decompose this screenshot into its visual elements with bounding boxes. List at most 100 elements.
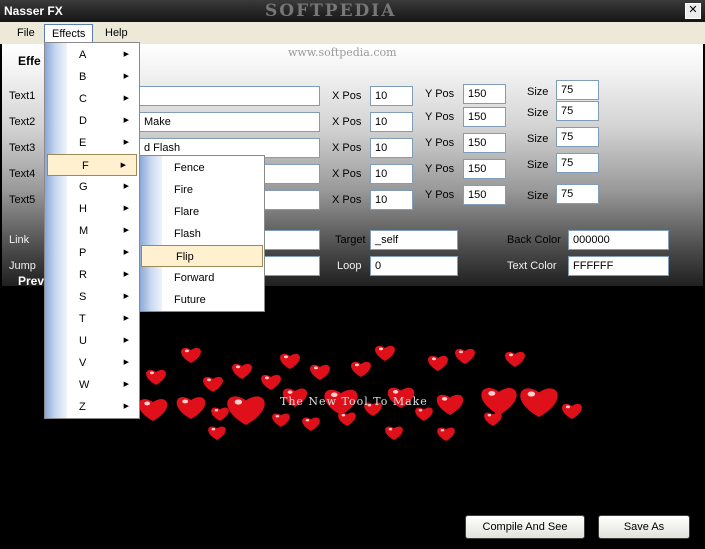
heart-highlight [440,429,445,432]
menu-file[interactable]: File [10,24,42,42]
heart-icon [261,374,281,390]
close-button[interactable]: ✕ [685,3,701,19]
target-field[interactable]: _self [370,230,458,250]
xpos-label: X Pos [332,194,362,206]
size-field[interactable]: 75 [556,101,599,121]
effects-menu-item-label: S [79,291,87,303]
text-row-field[interactable] [139,86,320,106]
effects-menu-item-c[interactable]: C ▶ [45,88,139,110]
heart-icon [310,364,330,380]
ypos-label: Y Pos [425,137,455,149]
effects-menu-item-h[interactable]: H ▶ [45,198,139,220]
chevron-right-icon: ▶ [123,359,129,366]
size-field[interactable]: 75 [556,184,599,204]
submenu-item-fence[interactable]: Fence [140,157,264,179]
chevron-right-icon: ▶ [123,73,129,80]
effects-menu-item-label: E [79,137,87,149]
xpos-field[interactable]: 10 [370,138,413,158]
heart-highlight [283,355,288,359]
chevron-right-icon: ▶ [123,337,129,344]
save-as-button[interactable]: Save As [598,515,690,539]
effects-menu-item-d[interactable]: D ▶ [45,110,139,132]
jump-field[interactable] [262,256,320,276]
effects-menu-item-t[interactable]: T ▶ [45,308,139,330]
heart-highlight [508,353,513,357]
heart-highlight [264,376,269,380]
size-field[interactable]: 75 [556,153,599,173]
ypos-label: Y Pos [425,163,455,175]
submenu-item-label: Fence [174,162,205,174]
ypos-field[interactable]: 150 [463,185,506,205]
effects-menu-item-p[interactable]: P ▶ [45,242,139,264]
effects-menu-item-f[interactable]: F ▶ [47,154,137,176]
menu-effects[interactable]: Effects [44,24,94,42]
ypos-field[interactable]: 150 [463,159,506,179]
submenu-item-forward[interactable]: Forward [140,267,264,289]
link-field[interactable] [262,230,320,250]
effects-menu-item-w[interactable]: W ▶ [45,374,139,396]
effects-menu-item-r[interactable]: R ▶ [45,264,139,286]
chevron-right-icon: ▶ [123,183,129,190]
close-icon: ✕ [688,4,698,16]
effects-menu-item-s[interactable]: S ▶ [45,286,139,308]
text-row-field[interactable]: Make [139,112,320,132]
heart-highlight [487,414,492,417]
size-field[interactable]: 75 [556,127,599,147]
submenu-item-flare[interactable]: Flare [140,201,264,223]
text-row-label: Text3 [9,142,36,154]
effects-menu-item-label: P [79,247,87,259]
watermark-url: www.softpedia.com [288,46,397,59]
back-color-field[interactable]: 000000 [568,230,669,250]
effects-menu-item-label: H [79,203,87,215]
heart-icon [484,412,502,426]
text-color-field[interactable]: FFFFFF [568,256,669,276]
xpos-field[interactable]: 10 [370,190,413,210]
xpos-field[interactable]: 10 [370,112,413,132]
heart-highlight [214,409,219,412]
effects-menu-item-label: Z [79,401,86,413]
effects-menu-item-a[interactable]: A ▶ [45,44,139,66]
submenu-item-fire[interactable]: Fire [140,179,264,201]
heart-icon [351,361,371,377]
effects-menu-item-e[interactable]: E ▶ [45,132,139,154]
menu-help[interactable]: Help [98,24,135,42]
ypos-field[interactable]: 150 [463,133,506,153]
effects-menu-item-label: T [79,313,86,325]
size-label: Size [527,86,549,98]
size-field[interactable]: 75 [556,80,599,100]
text-row-label: Text5 [9,194,36,206]
heart-icon [208,426,226,440]
heart-icon [562,403,582,419]
heart-highlight [431,357,436,361]
preview-credit-text: The New Tool To Make [280,395,428,408]
compile-and-see-button[interactable]: Compile And See [465,515,585,539]
heart-icon [176,397,206,419]
submenu-item-flip[interactable]: Flip [141,245,263,267]
ypos-label: Y Pos [425,111,455,123]
chevron-right-icon: ▶ [123,139,129,146]
loop-field[interactable]: 0 [370,256,458,276]
ypos-field[interactable]: 150 [463,84,506,104]
submenu-item-future[interactable]: Future [140,289,264,311]
submenu-item-label: Future [174,294,206,306]
heart-highlight [275,415,280,418]
submenu-item-flash[interactable]: Flash [140,223,264,245]
ypos-field[interactable]: 150 [463,107,506,127]
xpos-field[interactable]: 10 [370,86,413,106]
effects-menu-item-z[interactable]: Z ▶ [45,396,139,418]
effects-menu-item-m[interactable]: M ▶ [45,220,139,242]
effects-menu-item-g[interactable]: G ▶ [45,176,139,198]
xpos-field[interactable]: 10 [370,164,413,184]
section-title: Effe [18,54,41,68]
text-row-label: Text2 [9,116,36,128]
submenu-item-label: Flip [176,251,194,263]
heart-icon [181,347,201,363]
effects-menu-item-b[interactable]: B ▶ [45,66,139,88]
effects-menu-item-v[interactable]: V ▶ [45,352,139,374]
heart-icon [481,388,517,415]
chevron-right-icon: ▶ [123,381,129,388]
heart-icon [227,396,265,425]
heart-highlight [458,350,463,354]
heart-highlight [388,428,393,431]
effects-menu-item-u[interactable]: U ▶ [45,330,139,352]
